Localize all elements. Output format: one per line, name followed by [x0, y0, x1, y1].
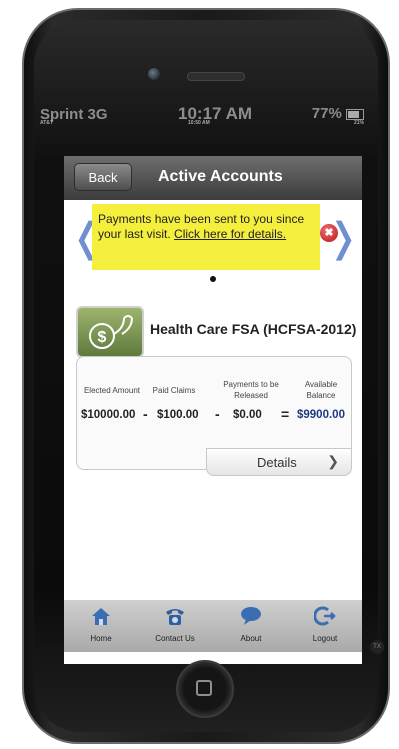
earpiece-speaker	[187, 72, 245, 81]
available-balance-header: Available Balance	[304, 380, 338, 400]
payments-released-value: $0.00	[233, 409, 262, 421]
battery-label: 77%	[311, 105, 342, 122]
paid-claims-value: $100.00	[157, 409, 199, 421]
carrier-small-label: AT&T	[40, 120, 53, 126]
phone-icon	[166, 609, 184, 625]
home-square-icon	[196, 680, 212, 696]
tab-logout-label: Logout	[312, 634, 338, 643]
details-label: Details	[257, 455, 297, 470]
tab-about[interactable]: About	[220, 600, 282, 652]
payment-notice-banner: Payments have been sent to you since you…	[92, 204, 320, 270]
page-title: Active Accounts	[158, 168, 283, 185]
elected-amount-header: Elected Amount	[83, 386, 141, 395]
battery-small-label: 21%	[353, 120, 364, 126]
back-button[interactable]: Back	[74, 163, 132, 191]
svg-text:$: $	[98, 329, 107, 346]
available-balance-value: $9900.00	[297, 409, 345, 421]
tab-home[interactable]: Home	[70, 600, 132, 652]
account-title: Health Care FSA (HCFSA-2012)	[150, 321, 357, 337]
tab-logout[interactable]: Logout	[294, 600, 356, 652]
tab-contact-us-label: Contact Us	[155, 634, 195, 643]
equals-operator: =	[281, 406, 290, 422]
tab-home-label: Home	[90, 634, 112, 643]
details-button[interactable]: Details ❯	[206, 448, 352, 476]
navigation-bar: Back Active Accounts	[64, 156, 362, 200]
app-screen: Back Active Accounts ❬ Payments have bee…	[64, 156, 362, 664]
clock-small-label: 10:50 AM	[188, 120, 210, 126]
front-camera	[148, 68, 160, 80]
next-arrow-icon[interactable]: ❭	[326, 218, 360, 258]
payments-released-header: Payments to be Released	[223, 380, 279, 400]
tab-about-label: About	[240, 634, 262, 643]
health-dollar-stethoscope-icon: $	[76, 306, 144, 358]
page-indicator-dot	[210, 276, 216, 282]
home-icon	[92, 608, 110, 625]
paid-claims-header: Paid Claims	[152, 386, 196, 395]
corner-badge: TX	[370, 640, 384, 654]
elected-amount-value: $10000.00	[81, 409, 136, 421]
tab-contact-us[interactable]: Contact Us	[144, 600, 206, 652]
chevron-right-icon: ❯	[327, 453, 339, 469]
status-bar: Sprint 3G AT&T 10:17 AM 10:50 AM 77% 21%	[38, 104, 366, 128]
tab-bar: Home Contact Us About Logout	[64, 600, 362, 652]
minus-operator: -	[143, 406, 148, 422]
notice-details-link[interactable]: Click here for details.	[174, 227, 286, 241]
battery-icon	[346, 108, 364, 120]
logout-icon	[314, 606, 336, 626]
hardware-home-button[interactable]	[176, 660, 234, 718]
minus-operator: -	[215, 406, 220, 422]
chat-bubble-icon	[241, 607, 261, 625]
